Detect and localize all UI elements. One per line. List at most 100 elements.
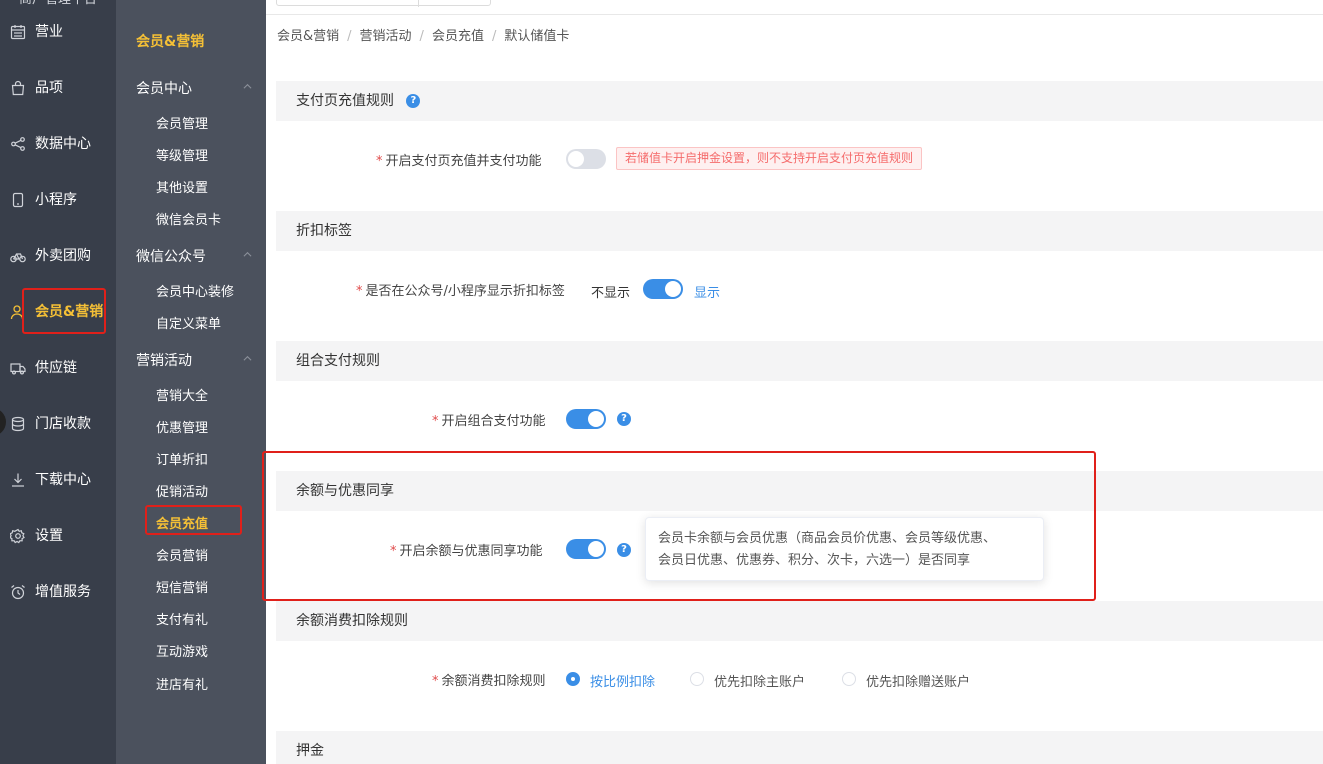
section-header-deduction: 余额消费扣除规则 bbox=[276, 601, 1323, 641]
combo-pay-label: * 开启组合支付功能 bbox=[432, 414, 546, 429]
section-title: 折扣标签 bbox=[296, 223, 352, 239]
section-header-balance-share: 余额与优惠同享 bbox=[276, 471, 1323, 511]
subnav-item-marketing-all[interactable]: 营销大全 bbox=[156, 385, 208, 404]
subnav-item-promotions[interactable]: 促销活动 bbox=[156, 481, 208, 500]
pay-page-label: * 开启支付页充值并支付功能 bbox=[376, 154, 542, 169]
nav-label: 品项 bbox=[35, 80, 63, 96]
top-search-box[interactable] bbox=[276, 0, 491, 7]
nav-label: 营业 bbox=[35, 24, 63, 40]
nav-item-takeaway[interactable]: 外卖团购 bbox=[0, 236, 116, 276]
user-icon bbox=[10, 304, 26, 320]
pay-page-switch[interactable] bbox=[566, 149, 606, 169]
subnav-item-payment-gift[interactable]: 支付有礼 bbox=[156, 609, 208, 628]
nav-item-download-center[interactable]: 下载中心 bbox=[0, 460, 116, 500]
subnav-item-order-discount[interactable]: 订单折扣 bbox=[156, 449, 208, 468]
nav-item-store-collection[interactable]: 门店收款 bbox=[0, 404, 116, 444]
deduction-label: * 余额消费扣除规则 bbox=[432, 674, 546, 689]
nav-item-data-center[interactable]: 数据中心 bbox=[0, 124, 116, 164]
nav-label: 增值服务 bbox=[35, 584, 91, 600]
nav-item-member-marketing[interactable]: 会员&营销 bbox=[0, 292, 116, 332]
radio-label-gift-account[interactable]: 优先扣除赠送账户 bbox=[866, 671, 970, 690]
group-member-center[interactable]: 会员中心 bbox=[136, 78, 252, 98]
balance-share-switch[interactable] bbox=[566, 539, 606, 559]
download-icon bbox=[10, 472, 26, 488]
nav-label: 数据中心 bbox=[35, 136, 91, 152]
discount-tag-off-text: 不显示 bbox=[591, 286, 631, 301]
subnav-item-sms-marketing[interactable]: 短信营销 bbox=[156, 577, 208, 596]
balance-share-tooltip: 会员卡余额与会员优惠（商品会员价优惠、会员等级优惠、 会员日优惠、优惠券、积分、… bbox=[645, 517, 1044, 581]
subnav-item-member-center-decoration[interactable]: 会员中心装修 bbox=[156, 281, 234, 300]
share-icon bbox=[10, 136, 26, 152]
breadcrumb-current: 默认储值卡 bbox=[504, 29, 570, 44]
nav-label: 会员&营销 bbox=[35, 304, 104, 320]
gear-icon bbox=[10, 528, 26, 544]
calendar-icon bbox=[10, 24, 26, 40]
nav-label: 供应链 bbox=[35, 360, 77, 376]
section-title: 押金 bbox=[296, 743, 324, 759]
nav-item-business[interactable]: 营业 bbox=[0, 12, 116, 52]
group-label: 营销活动 bbox=[136, 353, 192, 369]
subnav-item-member-management[interactable]: 会员管理 bbox=[156, 113, 208, 132]
subnav-item-wechat-member-card[interactable]: 微信会员卡 bbox=[156, 209, 221, 228]
breadcrumb: 会员&营销 / 营销活动 / 会员充值 / 默认储值卡 bbox=[277, 29, 570, 44]
nav-label: 下载中心 bbox=[35, 472, 91, 488]
radio-main-account[interactable] bbox=[690, 672, 704, 686]
group-label: 微信公众号 bbox=[136, 249, 206, 265]
group-wechat-official[interactable]: 微信公众号 bbox=[136, 246, 252, 266]
alarm-clock-icon bbox=[10, 584, 26, 600]
subnav-item-discount-management[interactable]: 优惠管理 bbox=[156, 417, 208, 436]
tooltip-line: 会员日优惠、优惠券、积分、次卡，六选一）是否同享 bbox=[658, 553, 971, 568]
shopping-bag-icon bbox=[10, 80, 26, 96]
section-header-combo-pay: 组合支付规则 bbox=[276, 341, 1323, 381]
radio-proportional[interactable] bbox=[566, 672, 580, 686]
label-text: 开启余额与优惠同享功能 bbox=[399, 544, 543, 559]
subnav-item-store-entry-gift[interactable]: 进店有礼 bbox=[156, 674, 208, 693]
subnav-item-interactive-games[interactable]: 互动游戏 bbox=[156, 641, 208, 660]
section-title: 组合支付规则 bbox=[296, 353, 380, 369]
subnav-item-member-marketing[interactable]: 会员营销 bbox=[156, 545, 208, 564]
label-text: 是否在公众号/小程序显示折扣标签 bbox=[365, 284, 565, 299]
balance-share-label: * 开启余额与优惠同享功能 bbox=[390, 544, 543, 559]
nav-label: 小程序 bbox=[35, 192, 77, 208]
brand-title: 商户管理平台 bbox=[0, 0, 116, 8]
truck-icon bbox=[10, 360, 26, 376]
nav-item-value-added[interactable]: 增值服务 bbox=[0, 572, 116, 612]
nav-label: 设置 bbox=[35, 528, 63, 544]
nav-item-products[interactable]: 品项 bbox=[0, 68, 116, 108]
help-icon[interactable]: ? bbox=[617, 412, 631, 426]
radio-label-proportional[interactable]: 按比例扣除 bbox=[590, 671, 655, 690]
breadcrumb-item[interactable]: 营销活动 bbox=[360, 29, 412, 44]
mobile-icon bbox=[10, 192, 26, 208]
nav-item-mini-program[interactable]: 小程序 bbox=[0, 180, 116, 220]
nav-item-settings[interactable]: 设置 bbox=[0, 516, 116, 556]
section-header-deposit: 押金 bbox=[276, 731, 1323, 764]
combo-pay-switch[interactable] bbox=[566, 409, 606, 429]
subnav-item-custom-menu[interactable]: 自定义菜单 bbox=[156, 313, 221, 332]
group-label: 会员中心 bbox=[136, 81, 192, 97]
discount-tag-switch[interactable] bbox=[643, 279, 683, 299]
subnav-item-other-settings[interactable]: 其他设置 bbox=[156, 177, 208, 196]
main-content: 会员&营销 / 营销活动 / 会员充值 / 默认储值卡 支付页充值规则 ? * 开启支付页充值… bbox=[266, 15, 1323, 764]
radio-label-main-account[interactable]: 优先扣除主账户 bbox=[714, 671, 805, 690]
chevron-up-icon bbox=[243, 355, 252, 361]
section-title: 支付页充值规则 bbox=[296, 93, 394, 109]
section-header-pay-page: 支付页充值规则 ? bbox=[276, 81, 1323, 121]
discount-tag-label: * 是否在公众号/小程序显示折扣标签 bbox=[356, 284, 565, 299]
nav-item-supply-chain[interactable]: 供应链 bbox=[0, 348, 116, 388]
breadcrumb-item[interactable]: 会员充值 bbox=[432, 29, 484, 44]
group-marketing-activities[interactable]: 营销活动 bbox=[136, 350, 252, 370]
nav-label: 外卖团购 bbox=[35, 248, 91, 264]
chevron-up-icon bbox=[243, 83, 252, 89]
pay-page-warning: 若储值卡开启押金设置，则不支持开启支付页充值规则 bbox=[616, 147, 923, 170]
subnav-item-level-management[interactable]: 等级管理 bbox=[156, 145, 208, 164]
nav-label: 门店收款 bbox=[35, 416, 91, 432]
label-text: 开启组合支付功能 bbox=[441, 414, 546, 429]
radio-gift-account[interactable] bbox=[842, 672, 856, 686]
section-header-discount-tag: 折扣标签 bbox=[276, 211, 1323, 251]
tooltip-line: 会员卡余额与会员优惠（商品会员价优惠、会员等级优惠、 bbox=[658, 531, 997, 546]
breadcrumb-item[interactable]: 会员&营销 bbox=[277, 29, 339, 44]
subnav-item-member-recharge[interactable]: 会员充值 bbox=[156, 513, 208, 532]
help-icon[interactable]: ? bbox=[617, 543, 631, 557]
discount-tag-on-text: 显示 bbox=[694, 286, 721, 301]
help-icon[interactable]: ? bbox=[406, 94, 421, 108]
